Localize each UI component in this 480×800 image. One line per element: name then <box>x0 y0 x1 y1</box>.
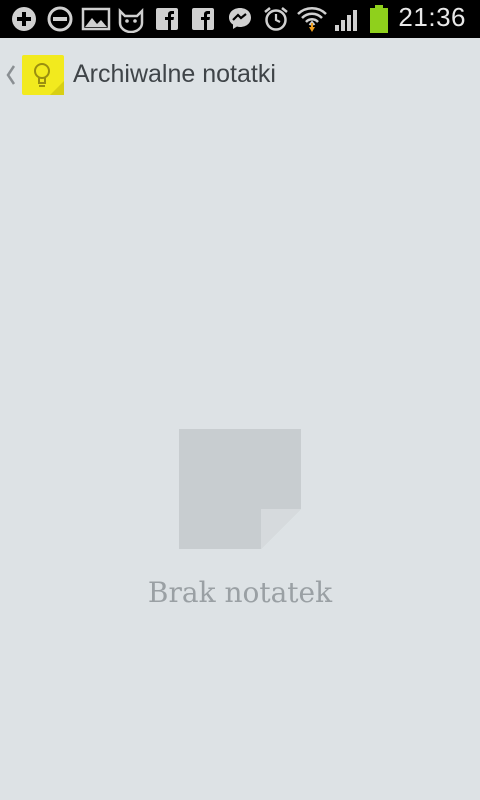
status-time: 21:36 <box>398 2 466 32</box>
status-bar: 21:36 <box>0 0 480 38</box>
alarm-icon <box>264 7 288 31</box>
wifi-icon <box>297 7 327 32</box>
app-logo-icon[interactable] <box>20 53 66 97</box>
chevron-left-icon[interactable] <box>6 60 16 90</box>
messenger-icon <box>229 8 251 29</box>
facebook-icon <box>156 8 178 30</box>
image-icon <box>81 7 111 31</box>
empty-state-message: Brak notatek <box>147 576 333 609</box>
page-title: Archiwalne notatki <box>73 60 276 88</box>
action-bar[interactable]: Archiwalne notatki <box>0 38 480 112</box>
add-circle-icon <box>12 7 36 31</box>
battery-icon <box>370 5 388 33</box>
minus-circle-icon <box>47 6 73 32</box>
empty-note-icon <box>179 429 301 549</box>
cat-icon <box>118 7 144 33</box>
signal-icon <box>335 10 357 31</box>
facebook-icon <box>192 8 214 30</box>
